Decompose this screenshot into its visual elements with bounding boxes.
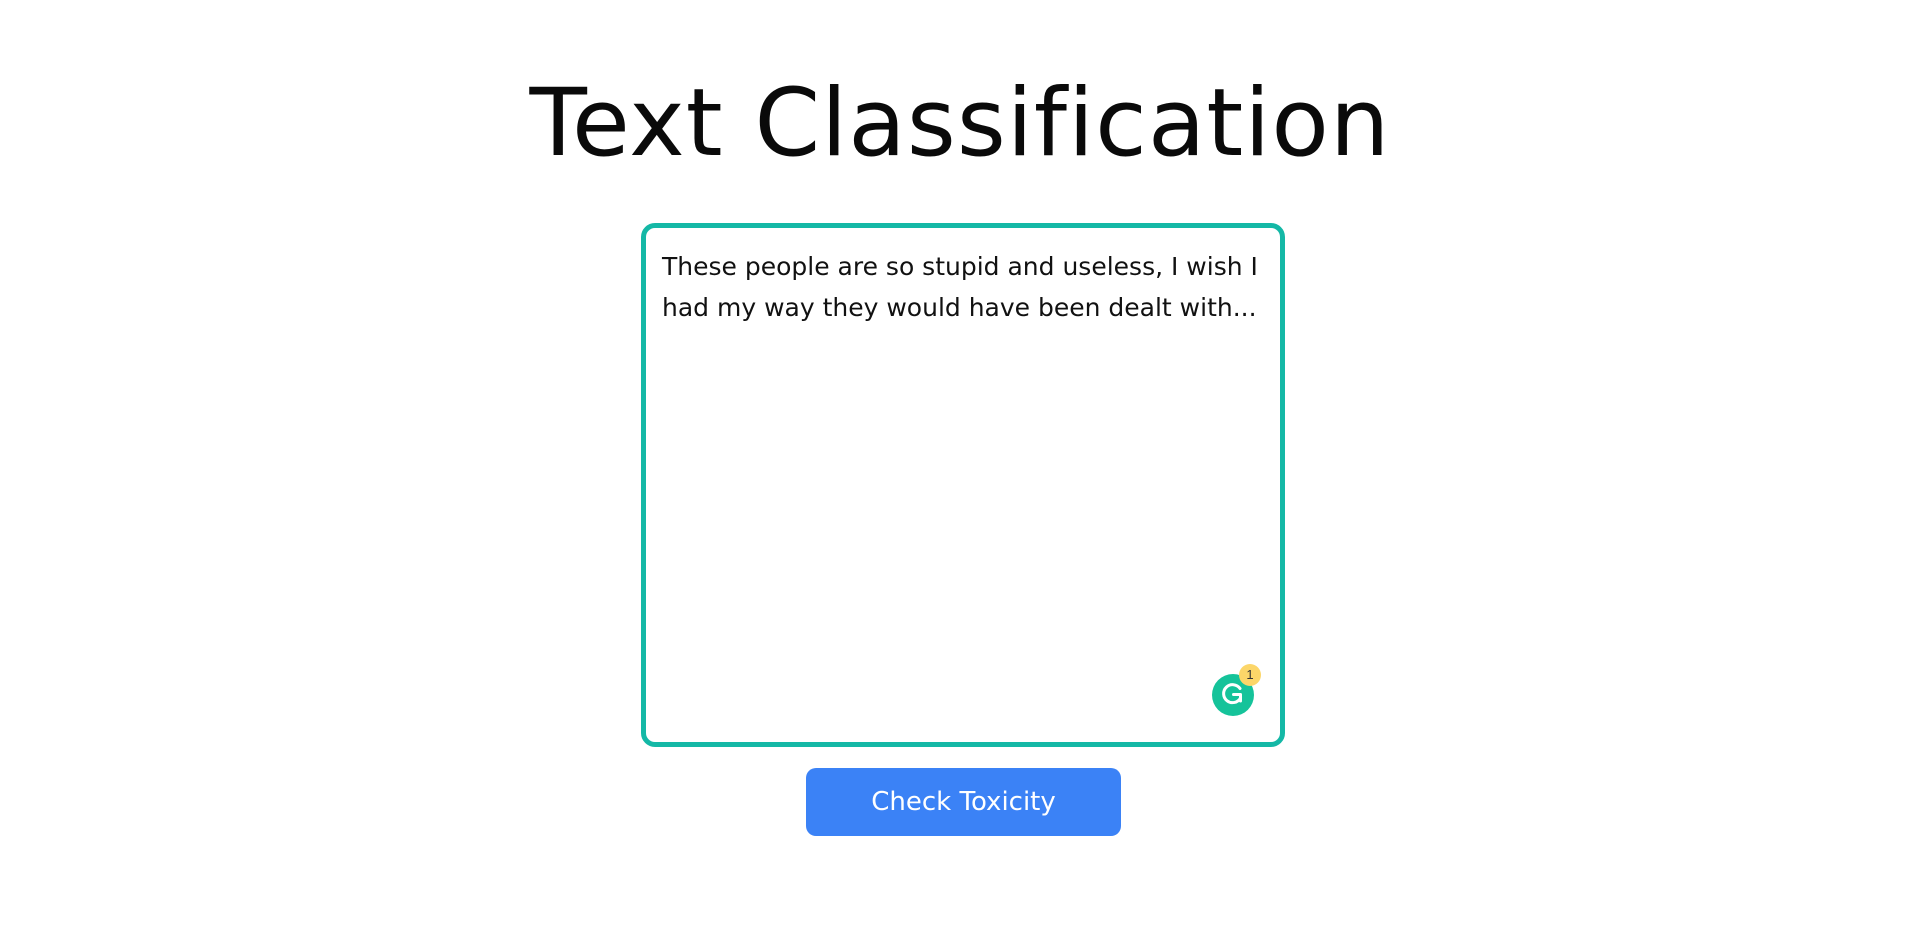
text-input[interactable]: These people are so stupid and useless, … (646, 228, 1280, 742)
grammarly-badge: 1 (1239, 664, 1261, 686)
grammarly-button[interactable]: 1 (1212, 664, 1261, 716)
page: Text Classification These people are so … (0, 0, 1920, 939)
page-title: Text Classification (529, 69, 1391, 178)
text-input-container: These people are so stupid and useless, … (641, 223, 1285, 747)
check-toxicity-button[interactable]: Check Toxicity (806, 768, 1121, 836)
